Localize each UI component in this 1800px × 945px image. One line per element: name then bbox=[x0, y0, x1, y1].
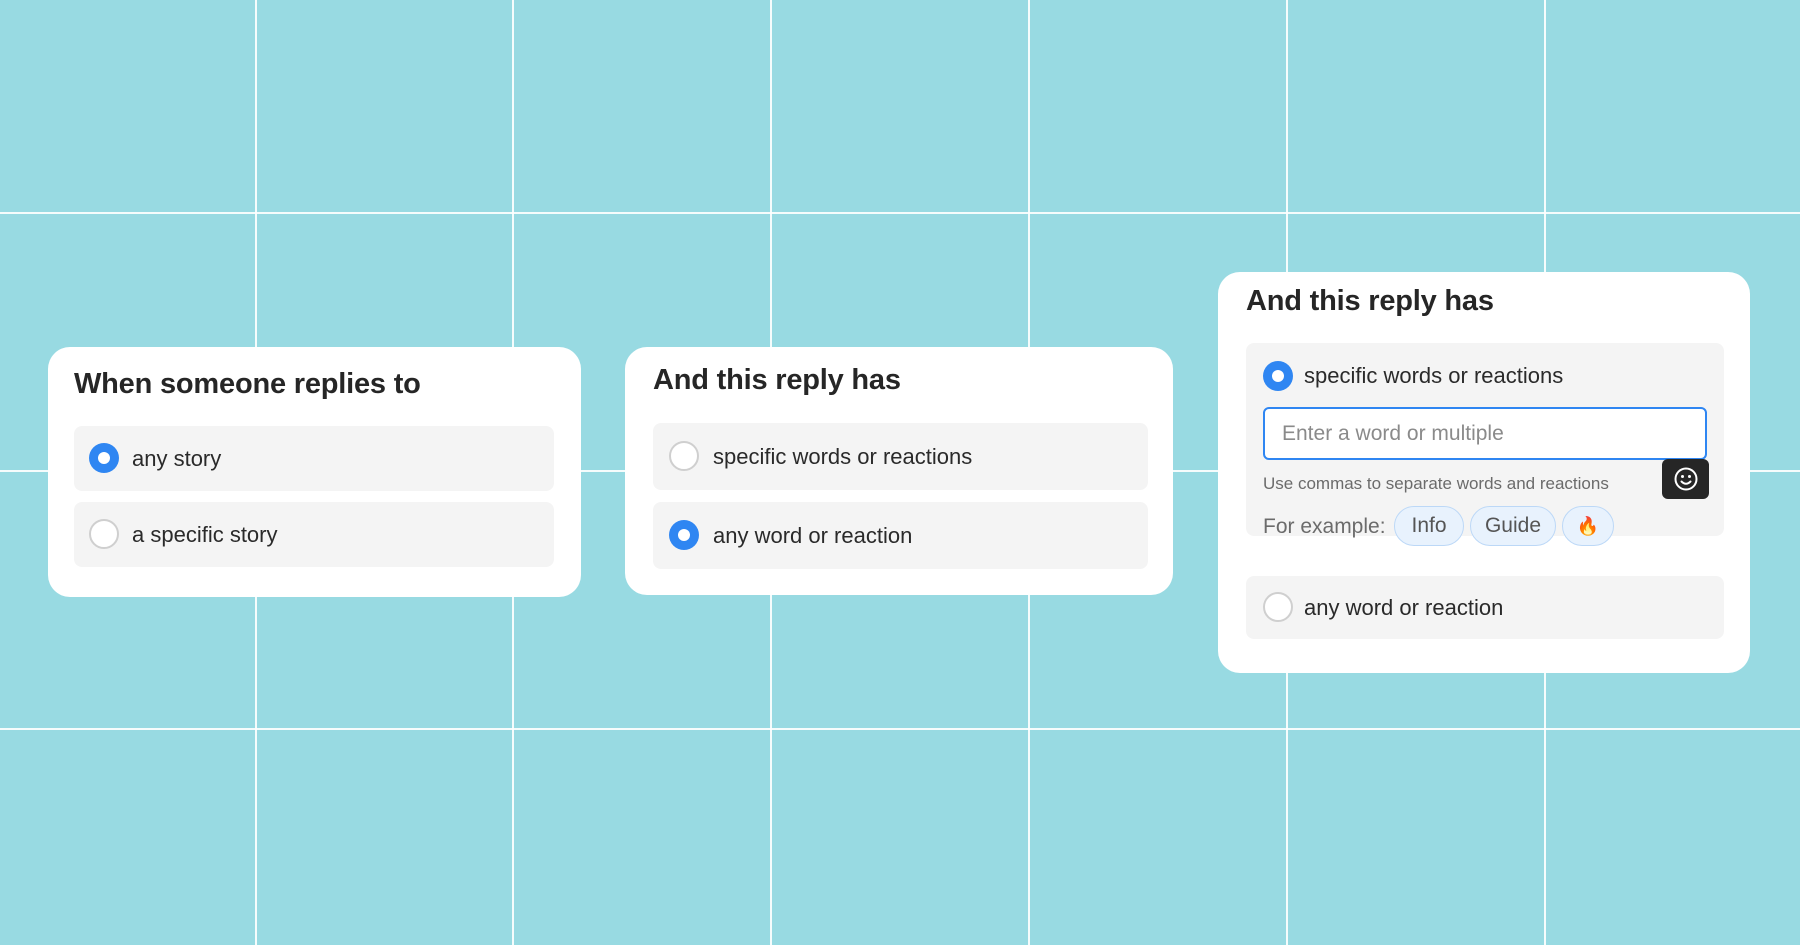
radio-unselected[interactable] bbox=[669, 441, 699, 471]
option-any-word[interactable]: any word or reaction bbox=[1246, 576, 1724, 639]
radio-selected[interactable] bbox=[669, 520, 699, 550]
option-label: a specific story bbox=[132, 522, 278, 547]
input-hint: Use commas to separate words and reactio… bbox=[1263, 474, 1609, 493]
option-label: specific words or reactions bbox=[713, 444, 973, 469]
option-label: any word or reaction bbox=[1304, 595, 1504, 620]
reply-condition-card: And this reply has specific words or rea… bbox=[625, 347, 1173, 595]
example-chip[interactable]: Guide bbox=[1470, 506, 1556, 546]
card-title: When someone replies to bbox=[74, 368, 421, 400]
example-chip-fire-emoji[interactable]: 🔥 bbox=[1562, 506, 1614, 546]
option-specific-story[interactable]: a specific story bbox=[74, 502, 554, 567]
example-chip[interactable]: Info bbox=[1394, 506, 1464, 546]
option-label: any story bbox=[132, 446, 222, 471]
radio-selected[interactable] bbox=[89, 443, 119, 473]
radio-unselected[interactable] bbox=[1263, 592, 1293, 622]
option-specific-words[interactable]: specific words or reactions bbox=[653, 423, 1148, 490]
input-fade bbox=[1629, 409, 1701, 458]
card-title: And this reply has bbox=[1246, 285, 1494, 317]
option-any-story[interactable]: any story bbox=[74, 426, 554, 491]
option-specific-words-expanded[interactable]: specific words or reactions Use commas t… bbox=[1246, 343, 1724, 546]
radio-selected[interactable] bbox=[1263, 361, 1293, 391]
option-label: any word or reaction bbox=[713, 523, 913, 548]
radio-unselected[interactable] bbox=[89, 519, 119, 549]
trigger-card: When someone replies to any story a spec… bbox=[48, 347, 581, 597]
option-any-word[interactable]: any word or reaction bbox=[653, 502, 1148, 569]
reply-condition-expanded-card: And this reply has specific words or rea… bbox=[1218, 272, 1750, 673]
card-title: And this reply has bbox=[653, 364, 901, 396]
smiley-icon[interactable] bbox=[1662, 459, 1709, 499]
option-label: specific words or reactions bbox=[1304, 363, 1564, 388]
example-label: For example: bbox=[1263, 515, 1386, 538]
